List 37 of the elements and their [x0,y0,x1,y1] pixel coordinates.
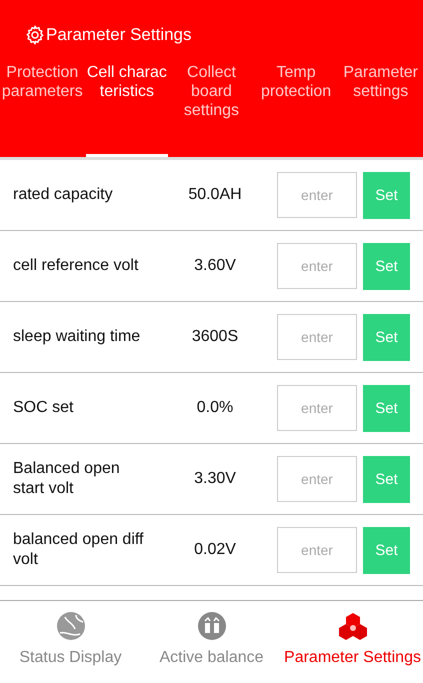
tab[interactable]: Parameter settings [339,63,422,157]
set-button[interactable]: Set [363,456,410,502]
parameter-label: SOC set [13,398,74,418]
input-field[interactable]: enter [277,314,357,360]
tab[interactable]: Temp protection [254,63,338,157]
parameter-label: balanced open diff volt [13,530,144,570]
set-button[interactable]: Set [363,242,410,290]
tab[interactable]: Collect board settings [170,63,253,157]
set-button[interactable]: Set [363,172,410,218]
gift-icon [196,611,226,641]
nav-item[interactable]: Status Display [0,601,141,683]
set-button[interactable]: Set [363,526,410,574]
settings-icon [24,24,46,46]
parameter-value: 0.0% [196,399,234,417]
input-field[interactable]: enter [277,385,357,431]
cubes-icon [338,611,368,641]
globe-icon [56,611,86,641]
input-field[interactable]: enter [277,456,357,502]
parameter-label: sleep waiting time [13,327,142,347]
input-field[interactable]: enter [277,243,357,289]
nav-item[interactable]: Parameter Settings [282,601,423,683]
parameter-value: 0.02V [193,541,237,559]
parameter-value: 3600S [190,328,240,346]
parameter-value: 3.30V [193,470,237,488]
set-button[interactable]: Set [363,384,410,432]
parameter-value: 50.0AH [187,186,243,204]
tab[interactable]: Protection parameters [1,63,84,157]
page-title: Parameter Settings [46,25,192,45]
tab[interactable]: Cell charac teristics [86,63,168,157]
input-field[interactable]: enter [277,172,357,218]
input-field[interactable]: enter [277,527,357,573]
parameter-label: Balanced open start volt [13,459,121,499]
parameter-label: cell reference volt [13,256,140,276]
set-button[interactable]: Set [363,314,410,360]
nav-item[interactable]: Active balance [141,601,282,683]
parameter-value: 3.60V [193,257,237,275]
parameter-label: rated capacity [13,185,114,205]
